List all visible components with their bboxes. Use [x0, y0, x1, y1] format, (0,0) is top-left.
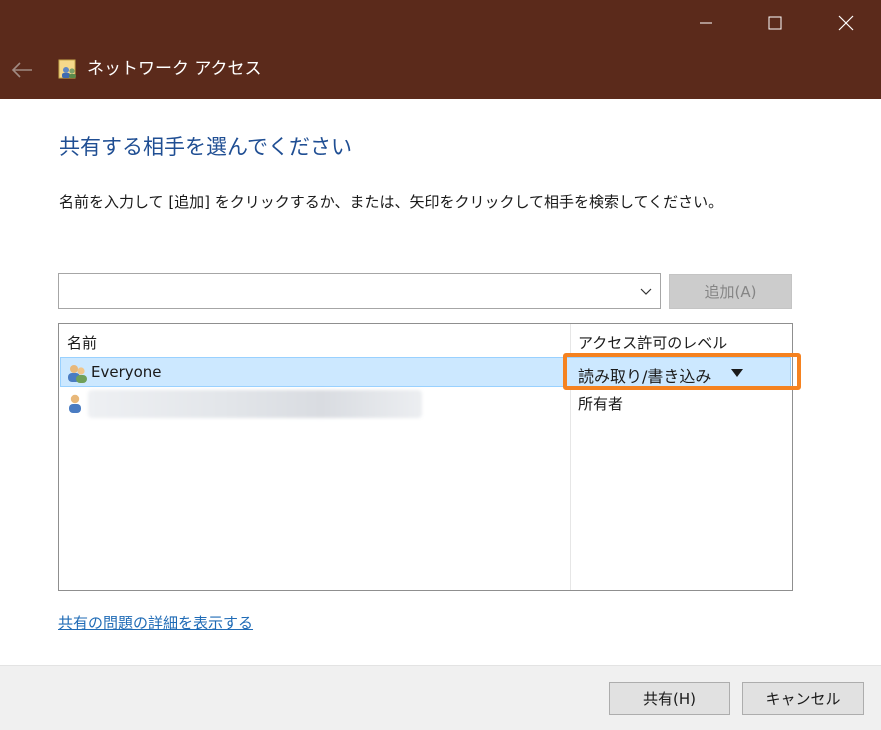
row-access-owner: 所有者: [578, 395, 624, 413]
group-icon: [68, 365, 87, 383]
row-name: Everyone: [91, 363, 162, 381]
column-header-name[interactable]: 名前: [67, 332, 97, 353]
add-button[interactable]: 追加(A): [669, 274, 792, 309]
network-share-icon: [58, 59, 76, 79]
nav-row: ネットワーク アクセス: [0, 50, 600, 90]
title-bar: ネットワーク アクセス: [0, 0, 881, 99]
sharing-help-link[interactable]: 共有の問題の詳細を表示する: [58, 612, 253, 633]
dialog-footer: 共有(H) キャンセル: [0, 665, 881, 730]
minimize-button[interactable]: [671, 0, 741, 46]
maximize-icon: [768, 16, 782, 30]
access-level-value: 読み取り/書き込み: [578, 367, 712, 386]
cancel-button[interactable]: キャンセル: [742, 682, 864, 715]
list-row-owner[interactable]: 所有者: [60, 388, 791, 418]
minimize-icon: [700, 22, 712, 24]
close-button[interactable]: [811, 0, 881, 46]
instruction-text: 名前を入力して [追加] をクリックするか、または、矢印をクリックして相手を検索…: [59, 193, 724, 211]
share-button[interactable]: 共有(H): [609, 682, 730, 715]
user-icon: [69, 394, 81, 413]
window-title: ネットワーク アクセス: [87, 59, 262, 79]
back-button[interactable]: [8, 56, 36, 84]
access-level-dropdown[interactable]: 読み取り/書き込み: [563, 353, 801, 390]
page-heading: 共有する相手を選んでください: [59, 135, 352, 159]
caret-down-icon: [731, 369, 743, 377]
chevron-down-icon[interactable]: [638, 283, 654, 299]
column-header-access[interactable]: アクセス許可のレベル: [578, 332, 727, 353]
name-input[interactable]: [59, 274, 629, 308]
redacted-user-name: [88, 390, 422, 418]
name-combobox[interactable]: [58, 273, 661, 309]
back-arrow-icon: [11, 62, 32, 78]
maximize-button[interactable]: [740, 0, 810, 46]
close-icon: [838, 15, 854, 31]
